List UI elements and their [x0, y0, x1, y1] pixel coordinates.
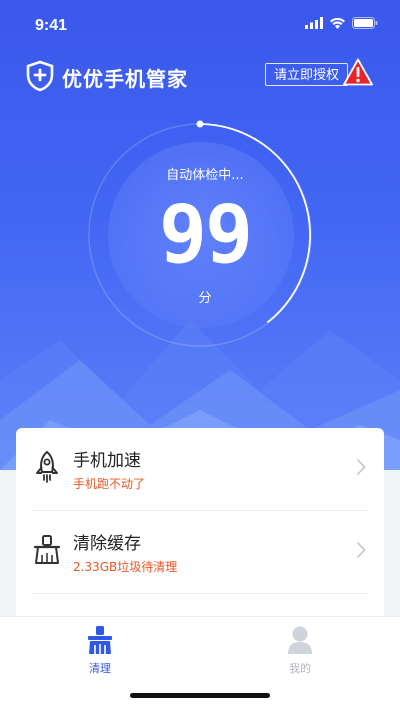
chevron-right-icon	[356, 541, 366, 559]
app-title: 优优手机管家	[62, 67, 188, 91]
feature-row-speedup[interactable]: 手机加速 手机跑不动了	[16, 428, 384, 510]
tab-mine[interactable]: 我的	[270, 623, 330, 675]
feature-subtitle: 手机跑不动了	[73, 477, 146, 491]
feature-row-clear-cache[interactable]: 清除缓存 2.33GB垃圾待清理	[16, 511, 384, 593]
status-time: 9:41	[35, 17, 68, 34]
chevron-right-icon	[356, 458, 366, 476]
tab-clean[interactable]: 清理	[70, 623, 130, 675]
feature-title: 手机加速	[73, 451, 141, 471]
home-indicator	[130, 693, 270, 698]
warning-icon[interactable]	[343, 58, 373, 86]
shield-plus-icon	[26, 60, 54, 92]
feature-title: 清除缓存	[73, 534, 141, 554]
wifi-icon	[330, 17, 345, 29]
battery-icon	[352, 17, 378, 29]
clean-brush-icon	[88, 626, 112, 654]
score-gauge: 自动体检中... 99 分	[88, 112, 312, 352]
app-header: 优优手机管家 请立即授权	[0, 55, 400, 95]
authorize-button[interactable]: 请立即授权	[265, 63, 349, 86]
score-unit: 分	[198, 291, 212, 306]
user-icon	[288, 626, 312, 654]
status-icons	[305, 17, 378, 29]
broom-icon	[33, 535, 61, 564]
scan-status-label: 自动体检中...	[166, 168, 244, 183]
signal-icon	[305, 17, 323, 29]
rocket-icon	[36, 450, 58, 483]
feature-card: 手机加速 手机跑不动了 清除缓存 2.33GB垃圾待清理 手机降温	[16, 428, 384, 628]
tab-label: 我的	[289, 662, 311, 675]
feature-subtitle: 2.33GB垃圾待清理	[73, 560, 178, 574]
health-score: 99	[158, 188, 253, 281]
tab-label: 清理	[89, 662, 111, 675]
status-bar: 9:41	[0, 0, 400, 50]
